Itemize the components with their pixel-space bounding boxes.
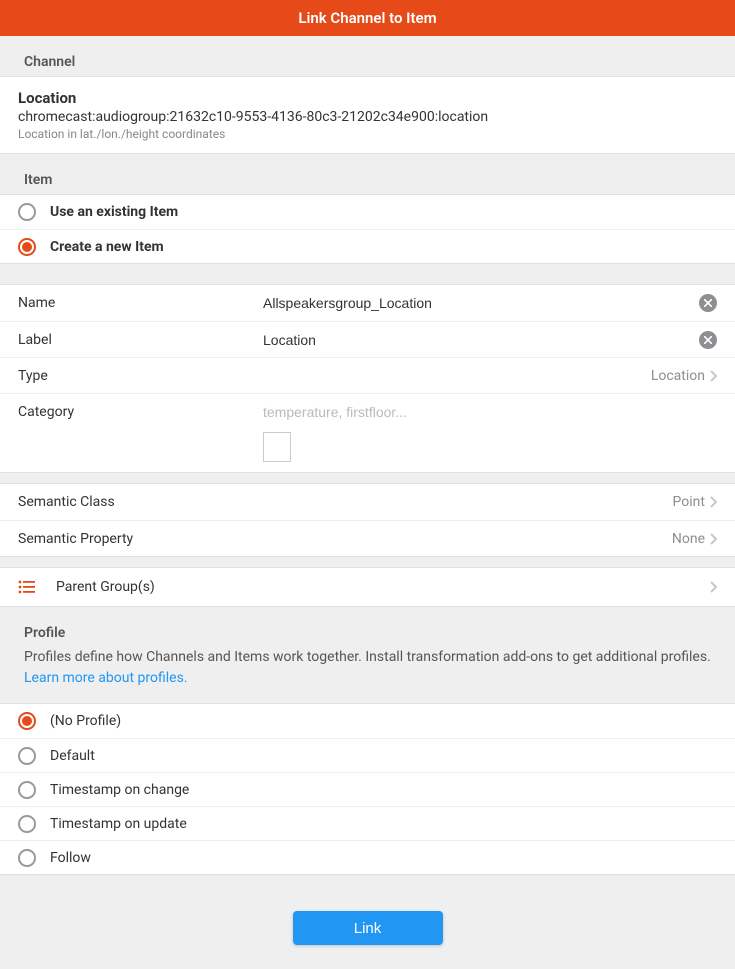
name-input[interactable]: [263, 287, 717, 319]
radio-icon: [18, 747, 36, 765]
item-form: Name Label Type Location Category: [0, 284, 735, 473]
channel-uid: chromecast:audiogroup:21632c10-9553-4136…: [18, 109, 717, 125]
profile-option-label: Default: [50, 748, 717, 764]
list-icon: [18, 580, 46, 594]
profile-option-default[interactable]: Default: [0, 738, 735, 772]
profile-option-none[interactable]: (No Profile): [0, 704, 735, 738]
channel-section-label: Channel: [0, 36, 735, 76]
item-choice-create[interactable]: Create a new Item: [0, 229, 735, 263]
channel-card: Location chromecast:audiogroup:21632c10-…: [0, 76, 735, 154]
form-row-label: Label: [0, 321, 735, 357]
profile-option-list: (No Profile) Default Timestamp on change…: [0, 703, 735, 875]
profile-section-label: Profile: [0, 607, 735, 647]
close-icon: [704, 299, 712, 307]
form-label-semantic-property: Semantic Property: [18, 531, 672, 547]
form-row-category: Category: [0, 393, 735, 472]
form-label-name: Name: [18, 295, 263, 311]
learn-more-link[interactable]: Learn more about profiles.: [24, 670, 188, 686]
category-preview-box: [263, 432, 291, 462]
form-row-name: Name: [0, 285, 735, 321]
form-row-semantic-property[interactable]: Semantic Property None: [0, 520, 735, 556]
chevron-right-icon: [709, 533, 717, 545]
profile-option-timestamp-update[interactable]: Timestamp on update: [0, 806, 735, 840]
item-section-label: Item: [0, 154, 735, 194]
chevron-right-icon: [709, 496, 717, 508]
form-row-type[interactable]: Type Location: [0, 357, 735, 393]
type-value: Location: [651, 368, 705, 384]
profile-description: Profiles define how Channels and Items w…: [0, 647, 735, 703]
dialog-title: Link Channel to Item: [298, 9, 436, 27]
channel-description: Location in lat./lon./height coordinates: [18, 127, 717, 141]
form-label-category: Category: [18, 404, 263, 420]
clear-label-button[interactable]: [699, 331, 717, 349]
radio-icon: [18, 203, 36, 221]
clear-name-button[interactable]: [699, 294, 717, 312]
parent-groups-label: Parent Group(s): [56, 579, 709, 595]
action-bar: Link: [0, 875, 735, 969]
semantic-property-value: None: [672, 531, 705, 547]
semantic-class-value: Point: [673, 494, 705, 510]
form-label-semantic-class: Semantic Class: [18, 494, 673, 510]
profile-option-label: Follow: [50, 850, 717, 866]
profile-option-label: Timestamp on update: [50, 816, 717, 832]
parent-groups-row[interactable]: Parent Group(s): [0, 567, 735, 607]
close-icon: [704, 336, 712, 344]
profile-option-label: Timestamp on change: [50, 782, 717, 798]
radio-icon: [18, 815, 36, 833]
item-choice-label: Create a new Item: [50, 239, 717, 255]
link-button[interactable]: Link: [293, 911, 443, 945]
form-label-label: Label: [18, 332, 263, 348]
item-choice-label: Use an existing Item: [50, 204, 717, 220]
category-input[interactable]: [263, 404, 717, 428]
label-input[interactable]: [263, 324, 717, 356]
radio-icon: [18, 781, 36, 799]
profile-option-follow[interactable]: Follow: [0, 840, 735, 874]
form-row-semantic-class[interactable]: Semantic Class Point: [0, 484, 735, 520]
radio-icon: [18, 712, 36, 730]
profile-option-label: (No Profile): [50, 713, 717, 729]
dialog-header: Link Channel to Item: [0, 0, 735, 36]
radio-icon: [18, 849, 36, 867]
form-label-type: Type: [18, 368, 263, 384]
item-choice-existing[interactable]: Use an existing Item: [0, 195, 735, 229]
chevron-right-icon: [709, 370, 717, 382]
radio-icon: [18, 238, 36, 256]
chevron-right-icon: [709, 581, 717, 593]
channel-title: Location: [18, 89, 717, 107]
semantic-form: Semantic Class Point Semantic Property N…: [0, 483, 735, 557]
profile-option-timestamp-change[interactable]: Timestamp on change: [0, 772, 735, 806]
item-choice-list: Use an existing Item Create a new Item: [0, 194, 735, 264]
